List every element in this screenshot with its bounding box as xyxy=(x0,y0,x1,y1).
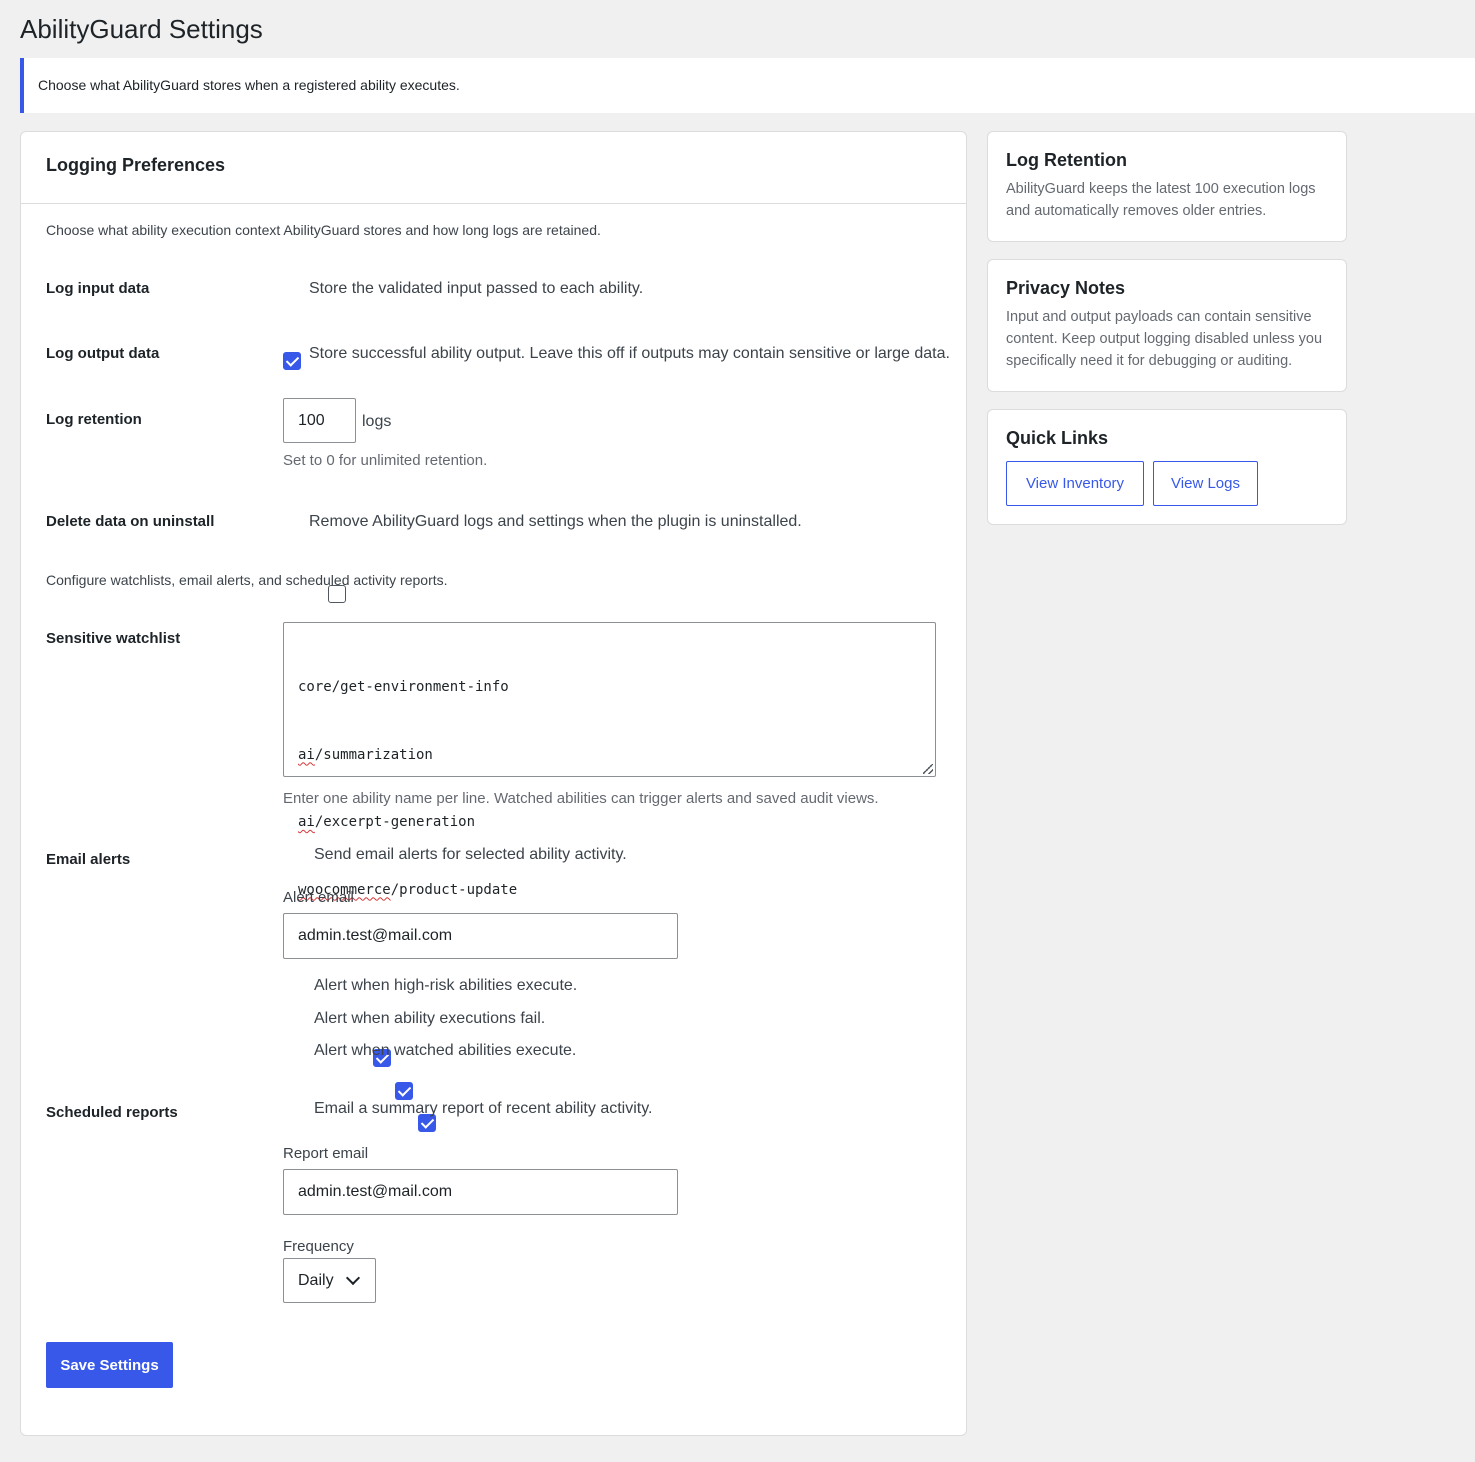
alert-email-value: admin.test@mail.com xyxy=(298,927,453,944)
watchlist-help: Enter one ability name per line. Watched… xyxy=(283,790,879,807)
log-retention-value: 100 xyxy=(298,411,325,429)
watchlist-line: woocommerce/product-update xyxy=(298,881,518,898)
privacy-notes-card-text: Input and output payloads can contain se… xyxy=(1006,309,1323,369)
log-input-checkbox[interactable] xyxy=(283,352,301,370)
log-retention-unit: logs xyxy=(362,413,392,430)
resize-handle-icon[interactable] xyxy=(923,764,933,774)
card-title: Logging Preferences xyxy=(21,132,966,204)
watchlist-line: ai/summarization xyxy=(298,746,433,763)
log-retention-label: Log retention xyxy=(46,411,142,428)
log-retention-card: Log Retention AbilityGuard keeps the lat… xyxy=(987,131,1347,242)
email-alerts-label: Email alerts xyxy=(46,851,131,868)
watchlist-label: Sensitive watchlist xyxy=(46,630,181,647)
frequency-value: Daily xyxy=(298,1271,334,1289)
chevron-down-icon xyxy=(345,1270,361,1286)
info-notice: Choose what AbilityGuard stores when a r… xyxy=(20,58,1475,113)
logging-preferences-card: Logging Preferences Choose what ability … xyxy=(20,131,967,1436)
alert-high-risk-option[interactable]: Alert when high-risk abilities execute. xyxy=(314,977,577,995)
log-input-option[interactable]: Store the validated input passed to each… xyxy=(309,280,643,298)
view-inventory-button[interactable]: View Inventory xyxy=(1006,461,1144,506)
alert-watched-option[interactable]: Alert when watched abilities execute. xyxy=(314,1042,576,1060)
frequency-select[interactable]: Daily xyxy=(283,1258,376,1303)
log-input-label: Log input data xyxy=(46,280,150,297)
delete-uninstall-label: Delete data on uninstall xyxy=(46,513,215,530)
log-retention-card-text: AbilityGuard keeps the latest 100 execut… xyxy=(1006,181,1316,219)
delete-uninstall-option[interactable]: Remove AbilityGuard logs and settings wh… xyxy=(309,513,802,531)
alert-failures-checkbox[interactable] xyxy=(395,1082,414,1100)
alerts-intro: Configure watchlists, email alerts, and … xyxy=(46,572,448,588)
report-email-label: Report email xyxy=(283,1145,369,1162)
frequency-label: Frequency xyxy=(283,1238,354,1255)
page-title: AbilityGuard Settings xyxy=(20,14,263,44)
view-logs-button[interactable]: View Logs xyxy=(1153,461,1258,506)
watchlist-line: ai/excerpt-generation xyxy=(298,814,476,830)
alert-failures-option[interactable]: Alert when ability executions fail. xyxy=(314,1010,545,1028)
quick-links-card: Quick Links View Inventory View Logs xyxy=(987,409,1347,525)
watchlist-line: core/get-environment-info xyxy=(298,679,509,695)
alert-email-input[interactable]: admin.test@mail.com xyxy=(283,913,678,959)
email-alerts-option[interactable]: Send email alerts for selected ability a… xyxy=(314,846,627,864)
log-output-label: Log output data xyxy=(46,345,160,362)
alert-email-label: Alert email xyxy=(283,889,354,906)
privacy-notes-card: Privacy Notes Input and output payloads … xyxy=(987,259,1347,392)
scheduled-reports-option[interactable]: Email a summary report of recent ability… xyxy=(314,1100,652,1118)
report-email-value: admin.test@mail.com xyxy=(298,1183,453,1200)
log-retention-input[interactable]: 100 xyxy=(283,398,356,443)
report-email-input[interactable]: admin.test@mail.com xyxy=(283,1169,678,1215)
save-settings-button[interactable]: Save Settings xyxy=(46,1342,173,1388)
log-output-option[interactable]: Store successful ability output. Leave t… xyxy=(309,345,950,363)
scheduled-reports-label: Scheduled reports xyxy=(46,1104,178,1121)
section-intro: Choose what ability execution context Ab… xyxy=(46,222,601,238)
log-retention-card-title: Log Retention xyxy=(1006,150,1127,170)
quick-links-card-title: Quick Links xyxy=(1006,428,1109,448)
privacy-notes-card-title: Privacy Notes xyxy=(1006,278,1126,298)
log-retention-help: Set to 0 for unlimited retention. xyxy=(283,452,488,469)
watchlist-textarea[interactable]: core/get-environment-info ai/summarizati… xyxy=(283,622,936,898)
